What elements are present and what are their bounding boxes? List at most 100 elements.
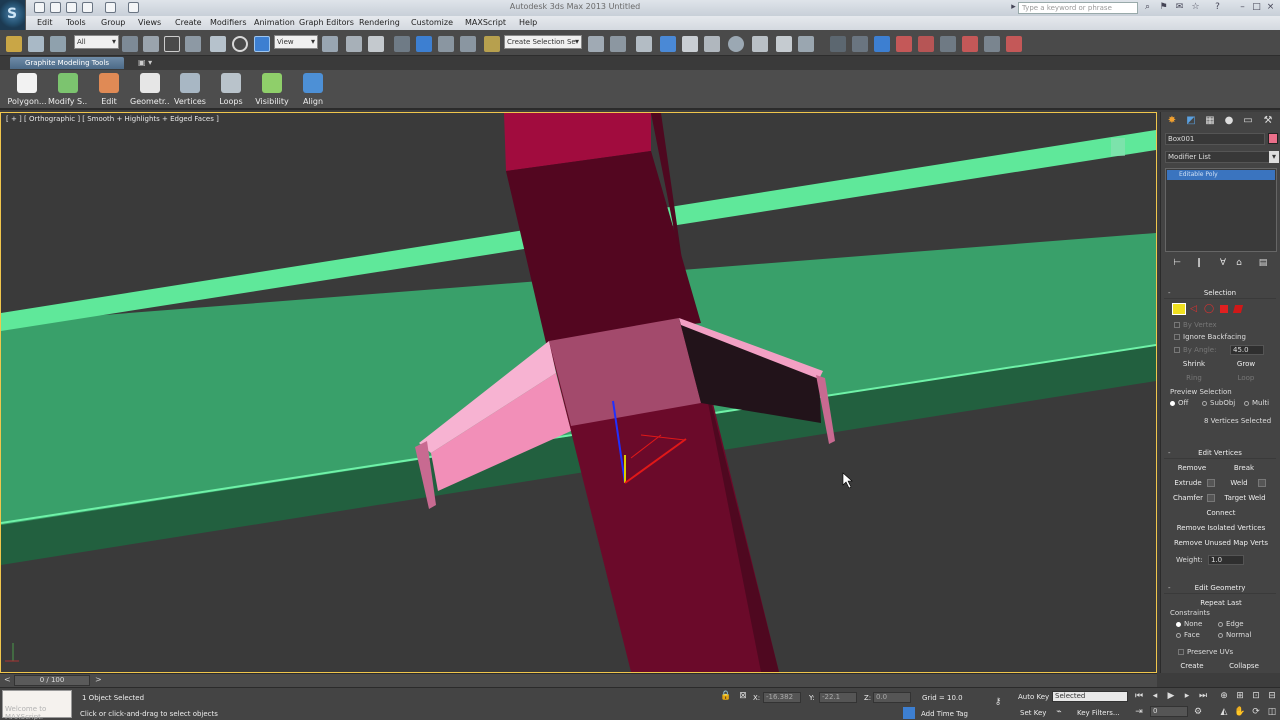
by-vertex-checkbox[interactable]: By Vertex [1174, 320, 1217, 330]
element-mode-icon[interactable] [1232, 305, 1244, 313]
create-tab-icon[interactable]: ✸ [1165, 114, 1179, 128]
ignore-backfacing-checkbox[interactable]: Ignore Backfacing [1174, 332, 1246, 342]
go-to-start-icon[interactable]: ⏮ [1133, 690, 1145, 702]
selection-filter-dropdown[interactable]: All [74, 35, 119, 49]
key-filters-button[interactable]: Key Filters... [1077, 709, 1120, 717]
extra-tool-3-icon[interactable] [874, 36, 890, 52]
rect-selection-icon[interactable] [164, 36, 180, 52]
select-by-name-icon[interactable] [143, 36, 159, 52]
z-coordinate-field[interactable]: 0.0 [873, 692, 911, 703]
constraint-normal-radio[interactable]: Normal [1218, 630, 1251, 640]
modifier-list-dropdown[interactable]: Modifier List [1165, 151, 1271, 163]
select-manipulate-icon[interactable] [346, 36, 362, 52]
object-name-field[interactable]: Box001 [1165, 133, 1265, 145]
binoculars-icon[interactable]: ⌕ [1142, 2, 1153, 13]
constraint-none-radio[interactable]: None [1176, 619, 1202, 629]
modify-tab-icon[interactable]: ◩ [1184, 114, 1198, 128]
field-of-view-icon[interactable]: ◭ [1218, 706, 1230, 718]
new-file-icon[interactable] [34, 2, 45, 13]
current-frame-field[interactable]: 0 [1150, 706, 1188, 717]
selection-rollout-header[interactable]: Selection [1164, 288, 1276, 299]
absolute-mode-icon[interactable]: ⊠ [737, 690, 749, 702]
key-mode-dropdown[interactable]: Selected [1052, 691, 1128, 702]
tab-graphite-modeling-tools[interactable]: Graphite Modeling Tools [10, 57, 124, 69]
edit-geometry-rollout-header[interactable]: Edit Geometry [1164, 583, 1276, 594]
shrink-button[interactable]: Shrink [1172, 358, 1216, 370]
extra-tool-5-icon[interactable] [918, 36, 934, 52]
zoom-extents-icon[interactable]: ⊡ [1250, 690, 1262, 702]
hierarchy-tab-icon[interactable]: ▦ [1203, 114, 1217, 128]
remove-unused-map-verts-button[interactable]: Remove Unused Map Verts [1166, 537, 1276, 549]
time-tag-icon[interactable] [903, 707, 915, 719]
configure-sets-icon[interactable]: ▤ [1257, 257, 1269, 269]
maximize-icon[interactable]: □ [1251, 2, 1262, 13]
extrude-settings-icon[interactable] [1207, 479, 1215, 487]
viewport-label[interactable]: [ + ] [ Orthographic ] [ Smooth + Highli… [6, 115, 219, 123]
ribbon-modify-selection-button[interactable]: Modify S... [48, 72, 88, 108]
close-icon[interactable]: × [1265, 2, 1276, 13]
communication-icon[interactable]: ✉ [1174, 2, 1185, 13]
viewport-orthographic[interactable]: [ + ] [ Orthographic ] [ Smooth + Highli… [0, 112, 1157, 673]
x-coordinate-field[interactable]: -16.382 [763, 692, 801, 703]
material-editor-icon[interactable] [728, 36, 744, 52]
connect-button[interactable]: Connect [1170, 507, 1272, 519]
edit-named-sets-icon[interactable] [484, 36, 500, 52]
menu-maxscript[interactable]: MAXScript [465, 18, 506, 28]
make-unique-icon[interactable]: ∀ [1217, 257, 1229, 269]
angle-snap-icon[interactable] [416, 36, 432, 52]
window-crossing-icon[interactable] [185, 36, 201, 52]
curve-editor-icon[interactable] [682, 36, 698, 52]
mirror-icon[interactable] [588, 36, 604, 52]
add-time-tag-button[interactable]: Add Time Tag [921, 710, 968, 718]
polygon-mode-icon[interactable] [1220, 305, 1228, 313]
loop-button[interactable]: Loop [1224, 372, 1268, 384]
link-icon[interactable] [6, 36, 22, 52]
ribbon-edit-button[interactable]: Edit [89, 72, 129, 108]
unlink-icon[interactable] [28, 36, 44, 52]
ribbon-loops-button[interactable]: Loops [211, 72, 251, 108]
show-end-result-icon[interactable]: ❙ [1193, 257, 1205, 269]
menu-rendering[interactable]: Rendering [359, 18, 400, 28]
lock-icon[interactable]: 🔒 [720, 690, 732, 702]
auto-key-button[interactable]: Auto Key [1018, 693, 1049, 701]
by-angle-checkbox[interactable]: By Angle: [1174, 345, 1216, 355]
render-setup-icon[interactable] [752, 36, 768, 52]
ring-button[interactable]: Ring [1172, 372, 1216, 384]
render-production-icon[interactable] [798, 36, 814, 52]
grow-button[interactable]: Grow [1224, 358, 1268, 370]
menu-tools[interactable]: Tools [66, 18, 86, 28]
menu-edit[interactable]: Edit [37, 18, 53, 28]
ribbon-vertices-button[interactable]: Vertices [170, 72, 210, 108]
scale-icon[interactable] [254, 36, 270, 52]
ribbon-visibility-button[interactable]: Visibility [252, 72, 292, 108]
bind-spacewarp-icon[interactable] [50, 36, 66, 52]
graphite-toggle-icon[interactable] [660, 36, 676, 52]
keyboard-shortcut-icon[interactable] [368, 36, 384, 52]
menu-group[interactable]: Group [101, 18, 125, 28]
extra-tool-9-icon[interactable] [1006, 36, 1022, 52]
extra-tool-6-icon[interactable] [940, 36, 956, 52]
menu-modifiers[interactable]: Modifiers [210, 18, 247, 28]
previous-frame-icon[interactable]: ◂ [1149, 690, 1161, 702]
undo-icon[interactable] [82, 2, 93, 13]
percent-snap-icon[interactable] [438, 36, 454, 52]
menu-animation[interactable]: Animation [254, 18, 295, 28]
extra-tool-7-icon[interactable] [962, 36, 978, 52]
extra-tool-2-icon[interactable] [852, 36, 868, 52]
display-tab-icon[interactable]: ▭ [1241, 114, 1255, 128]
utilities-tab-icon[interactable]: ⚒ [1261, 114, 1275, 128]
ref-coord-dropdown[interactable]: View [274, 35, 318, 49]
go-to-end-icon[interactable]: ⏭ [1197, 690, 1209, 702]
motion-tab-icon[interactable]: ● [1222, 114, 1236, 128]
remove-modifier-icon[interactable]: ⌂ [1233, 257, 1245, 269]
chamfer-settings-icon[interactable] [1207, 494, 1215, 502]
pin-stack-icon[interactable]: ⊢ [1171, 257, 1183, 269]
ribbon-options-dropdown[interactable]: ▣ ▾ [138, 58, 156, 68]
edit-vertices-rollout-header[interactable]: Edit Vertices [1164, 448, 1276, 459]
redo-icon[interactable] [105, 2, 116, 13]
rotate-icon[interactable] [232, 36, 248, 52]
weld-button[interactable]: Weld [1222, 477, 1256, 489]
preserve-uvs-checkbox[interactable]: Preserve UVs [1178, 647, 1233, 657]
save-file-icon[interactable] [66, 2, 77, 13]
menu-graph-editors[interactable]: Graph Editors [299, 18, 354, 28]
